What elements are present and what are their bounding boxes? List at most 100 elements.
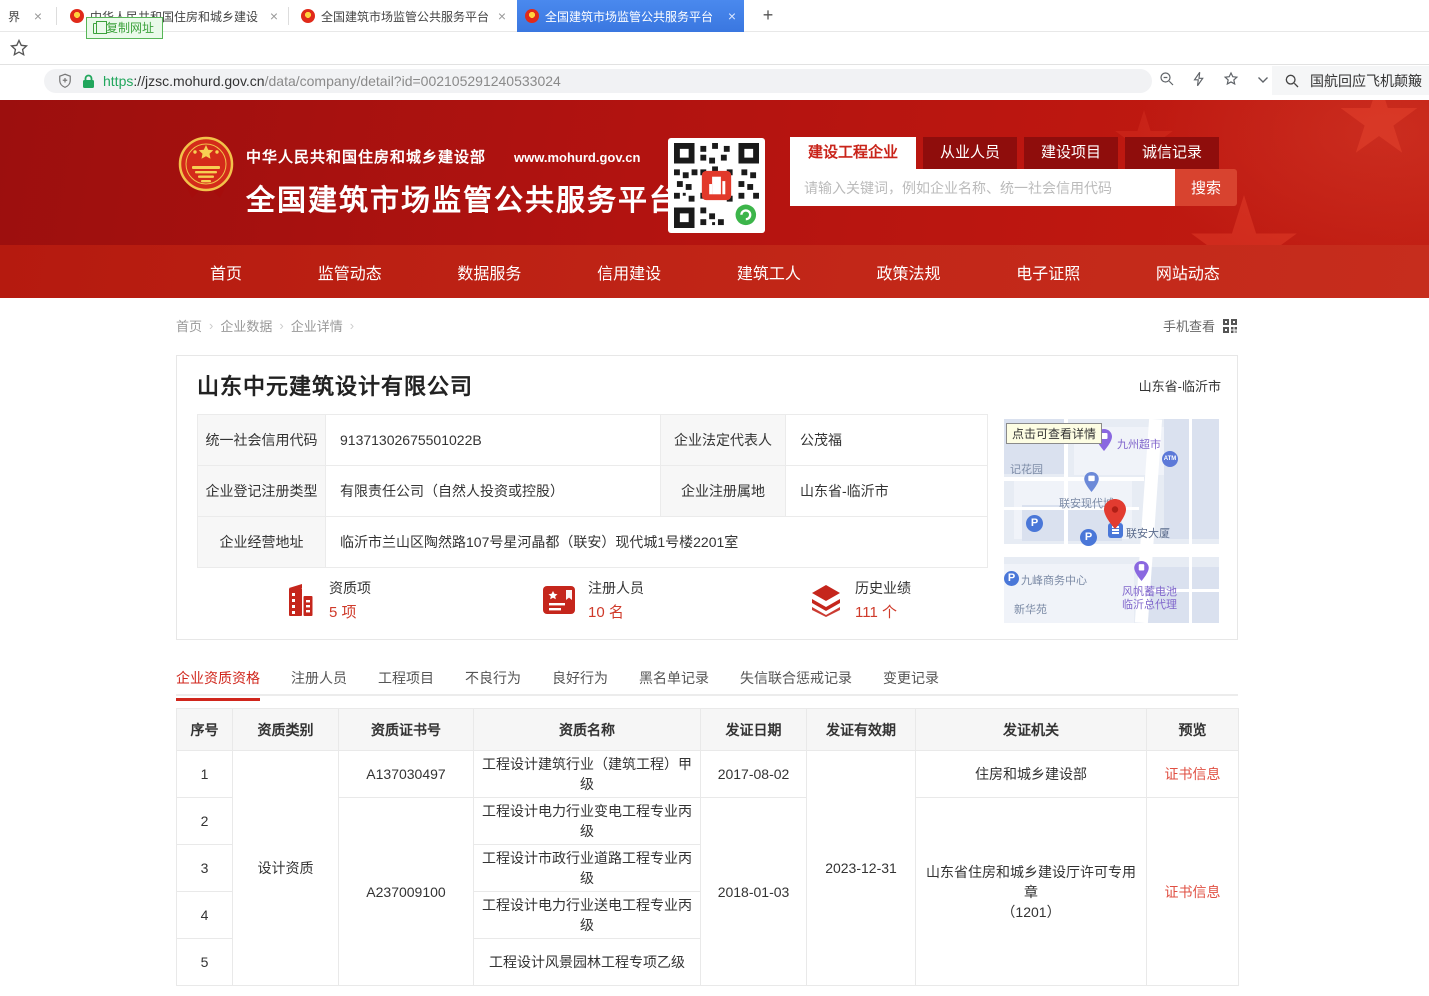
nav-construction-workers[interactable]: 建筑工人 <box>737 260 801 284</box>
nav-site-news[interactable]: 网站动态 <box>1156 260 1220 284</box>
stat-historical-projects[interactable]: 历史业绩 111 个 <box>809 578 911 622</box>
hot-search-text[interactable]: 国航回应飞机颠簸 <box>1310 71 1422 91</box>
favorites-star-icon[interactable] <box>9 38 29 58</box>
location-map[interactable]: 九州超市 ATM 记花园 联安现代城 联安大厦 P P P 九峰商务中心 风帆蓄… <box>1004 419 1219 623</box>
address-bar-actions <box>1158 70 1272 88</box>
complex-pin-icon <box>1084 472 1099 492</box>
keyword-search-input[interactable] <box>790 169 1175 206</box>
table-row: 企业登记注册类型 有限责任公司（自然人投资或控股） 企业注册属地 山东省-临沂市 <box>198 466 988 517</box>
breadcrumb-enterprise-data[interactable]: 企业数据 <box>220 316 272 335</box>
url-host: ://jzsc.mohurd.gov.cn <box>133 73 264 89</box>
browser-tab-jzsc-1[interactable]: 全国建筑市场监管公共服务平台 × <box>293 0 514 32</box>
search-submit-button[interactable]: 搜索 <box>1175 169 1237 206</box>
cell-no: 1 <box>177 751 233 798</box>
tab-close-icon[interactable]: × <box>728 8 736 24</box>
qualification-table: 序号 资质类别 资质证书号 资质名称 发证日期 发证有效期 发证机关 预览 1 … <box>176 708 1239 986</box>
reg-type-value: 有限责任公司（自然人投资或控股） <box>326 466 661 517</box>
cell-issue-date: 2018-01-03 <box>701 798 807 986</box>
new-tab-button[interactable]: + <box>756 4 780 28</box>
nav-credit-building[interactable]: 信用建设 <box>597 260 661 284</box>
tab-close-icon[interactable]: × <box>34 8 42 24</box>
flash-icon[interactable] <box>1190 70 1208 88</box>
tab-close-icon[interactable]: × <box>498 8 506 24</box>
wechat-qr-code <box>668 138 765 233</box>
stat-qualifications[interactable]: 资质项 5 项 <box>285 578 371 622</box>
tab-change-records[interactable]: 变更记录 <box>883 665 939 694</box>
copy-url-tooltip: 复制网址 <box>86 17 163 39</box>
company-region: 山东省-临沂市 <box>1139 376 1221 395</box>
site-favicon-icon <box>525 9 539 23</box>
company-stats: 资质项 5 项 注册人员 10 名 <box>197 578 987 630</box>
tab-separator <box>288 7 289 25</box>
browser-search-box[interactable]: 国航回应飞机颠簸 <box>1272 66 1429 95</box>
tab-dishonesty-records[interactable]: 失信联合惩戒记录 <box>740 665 852 694</box>
stat-label: 资质项 <box>329 578 371 598</box>
cell-no: 5 <box>177 939 233 986</box>
company-name: 山东中元建筑设计有限公司 <box>197 369 473 401</box>
search-tab-credit[interactable]: 诚信记录 <box>1125 137 1219 169</box>
cell-no: 4 <box>177 892 233 939</box>
building-icon <box>285 582 317 618</box>
map-label-lianan-tower: 联安大厦 <box>1126 525 1170 541</box>
col-cert-no: 资质证书号 <box>339 709 474 751</box>
credit-code-value: 91371302675501022B <box>326 415 661 466</box>
search-tab-personnel[interactable]: 从业人员 <box>923 137 1017 169</box>
legal-rep-label: 企业法定代表人 <box>661 415 786 466</box>
stat-registered-personnel[interactable]: 注册人员 10 名 <box>542 578 644 622</box>
tab-label: 全国建筑市场监管公共服务平台 <box>321 8 490 25</box>
parking-icon: P <box>1080 529 1097 546</box>
url-path: /data/company/detail?id=0021052912405330… <box>265 73 561 89</box>
cell-qualification-name: 工程设计建筑行业（建筑工程）甲级 <box>474 751 701 798</box>
page: 界 × 中华人民共和国住房和城乡建设 × 全国建筑市场监管公共服务平台 × 全国… <box>0 0 1429 996</box>
url-field[interactable]: https://jzsc.mohurd.gov.cn/data/company/… <box>44 69 1152 93</box>
parking-icon: P <box>1004 571 1019 586</box>
tab-separator <box>56 7 57 25</box>
nav-supervision-news[interactable]: 监管动态 <box>318 260 382 284</box>
credit-code-label: 统一社会信用代码 <box>198 415 326 466</box>
map-label-atm: ATM <box>1162 451 1178 467</box>
nav-data-service[interactable]: 数据服务 <box>457 260 521 284</box>
mobile-view-label: 手机查看 <box>1163 316 1215 335</box>
cell-issue-date: 2017-08-02 <box>701 751 807 798</box>
stat-value: 5 项 <box>329 601 371 622</box>
browser-tab-partial[interactable]: 界 × <box>0 0 50 32</box>
stat-value: 10 名 <box>588 601 644 622</box>
tab-close-icon[interactable]: × <box>270 8 278 24</box>
tab-enterprise-qualifications[interactable]: 企业资质资格 <box>176 665 260 694</box>
breadcrumb-enterprise-detail[interactable]: 企业详情 <box>291 316 343 335</box>
tab-blacklist[interactable]: 黑名单记录 <box>639 665 709 694</box>
search-icon <box>1284 73 1300 89</box>
stat-label: 历史业绩 <box>855 578 911 598</box>
shield-plus-icon[interactable] <box>56 72 74 90</box>
cell-qualification-name: 工程设计市政行业道路工程专业丙级 <box>474 845 701 892</box>
certificate-icon <box>542 584 576 616</box>
mobile-view-link[interactable]: 手机查看 <box>1163 316 1238 335</box>
nav-home[interactable]: 首页 <box>210 260 242 284</box>
layers-icon <box>809 583 843 617</box>
zoom-out-icon[interactable] <box>1158 70 1176 88</box>
tab-projects[interactable]: 工程项目 <box>378 665 434 694</box>
chevron-down-icon[interactable] <box>1254 70 1272 88</box>
tab-good-behavior[interactable]: 良好行为 <box>552 665 608 694</box>
site-identity: 中华人民共和国住房和城乡建设部 www.mohurd.gov.cn 全国建筑市场… <box>246 146 680 219</box>
search-tab-enterprise[interactable]: 建设工程企业 <box>790 137 916 169</box>
bookmark-star-icon[interactable] <box>1222 70 1240 88</box>
certificate-info-link[interactable]: 证书信息 <box>1165 884 1221 900</box>
table-header-row: 序号 资质类别 资质证书号 资质名称 发证日期 发证有效期 发证机关 预览 <box>177 709 1239 751</box>
cell-category: 设计资质 <box>233 751 339 986</box>
browser-tab-jzsc-active[interactable]: 全国建筑市场监管公共服务平台 × <box>517 0 744 32</box>
breadcrumb-home[interactable]: 首页 <box>176 316 202 335</box>
tab-registered-personnel[interactable]: 注册人员 <box>291 665 347 694</box>
nav-policies[interactable]: 政策法规 <box>877 260 941 284</box>
cell-authority: 山东省住房和城乡建设厅许可专用章 （1201） <box>916 798 1147 986</box>
nav-e-certificates[interactable]: 电子证照 <box>1016 260 1080 284</box>
search-tab-project[interactable]: 建设项目 <box>1024 137 1118 169</box>
certificate-info-link[interactable]: 证书信息 <box>1165 766 1221 782</box>
tab-bad-behavior[interactable]: 不良行为 <box>465 665 521 694</box>
map-label-battery-2: 临沂总代理 <box>1122 596 1177 612</box>
col-authority: 发证机关 <box>916 709 1147 751</box>
parking-icon: P <box>1026 515 1043 532</box>
table-row: 1 设计资质 A137030497 工程设计建筑行业（建筑工程）甲级 2017-… <box>177 751 1239 798</box>
ministry-name: 中华人民共和国住房和城乡建设部 <box>246 146 486 167</box>
map-label-supermarket: 九州超市 <box>1117 436 1161 452</box>
